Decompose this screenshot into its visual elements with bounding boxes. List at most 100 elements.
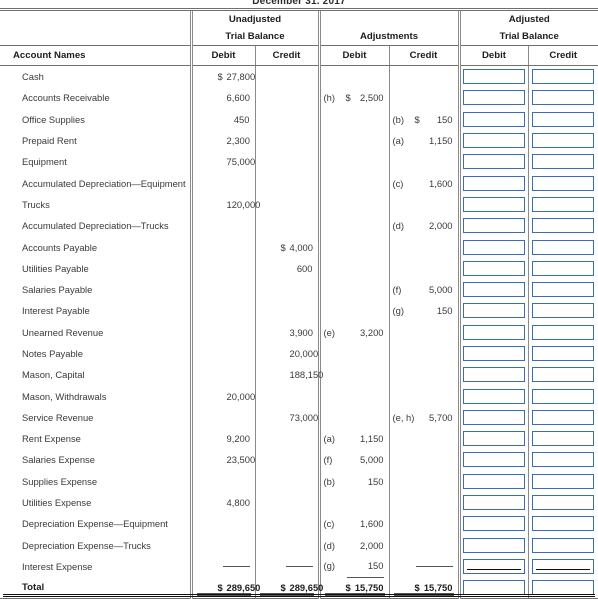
- atb-credit-cell[interactable]: [527, 193, 598, 216]
- atb-credit-input[interactable]: [532, 537, 595, 553]
- atb-debit-cell[interactable]: [457, 236, 528, 258]
- atb-credit-cell[interactable]: [527, 364, 598, 386]
- atb-credit-input[interactable]: [532, 196, 595, 212]
- atb-debit-cell[interactable]: [457, 129, 528, 152]
- atb-debit-cell[interactable]: [457, 321, 528, 343]
- atb-debit-cell[interactable]: [457, 534, 528, 556]
- atb-debit-cell[interactable]: [457, 491, 528, 514]
- atb-credit-cell[interactable]: [527, 428, 598, 450]
- atb-credit-input[interactable]: [532, 431, 595, 447]
- atb-debit-input[interactable]: [463, 452, 525, 468]
- atb-debit-input[interactable]: [463, 260, 525, 276]
- atb-credit-cell[interactable]: [527, 257, 598, 279]
- atb-credit-input[interactable]: [532, 282, 595, 298]
- atb-credit-cell[interactable]: [527, 555, 598, 578]
- atb-credit-input[interactable]: [532, 495, 595, 511]
- atb-debit-input[interactable]: [463, 239, 525, 255]
- atb-credit-cell[interactable]: [527, 300, 598, 322]
- atb-debit-cell[interactable]: [457, 65, 528, 88]
- atb-debit-cell[interactable]: [457, 278, 528, 301]
- atb-debit-input[interactable]: [463, 388, 525, 404]
- atb-credit-input[interactable]: [532, 69, 595, 85]
- atb-credit-input[interactable]: [532, 452, 595, 468]
- atb-credit-input[interactable]: [532, 409, 595, 425]
- atb-debit-input[interactable]: [463, 367, 525, 383]
- atb-credit-cell[interactable]: [527, 534, 598, 556]
- atb-debit-input[interactable]: [463, 218, 525, 234]
- total-atb-credit-cell[interactable]: [527, 577, 598, 599]
- atb-debit-input[interactable]: [463, 537, 525, 553]
- atb-debit-cell[interactable]: [457, 513, 528, 535]
- atb-debit-input[interactable]: [463, 431, 525, 447]
- atb-credit-input[interactable]: [532, 175, 595, 191]
- atb-debit-cell[interactable]: [457, 172, 528, 194]
- atb-debit-input[interactable]: [463, 111, 525, 127]
- atb-debit-input[interactable]: [463, 175, 525, 191]
- atb-debit-input[interactable]: [463, 69, 525, 85]
- atb-debit-cell[interactable]: [457, 406, 528, 429]
- atb-credit-input[interactable]: [532, 90, 595, 106]
- amount-cell: 450: [193, 109, 255, 130]
- atb-credit-cell[interactable]: [527, 385, 598, 407]
- atb-debit-cell[interactable]: [457, 87, 528, 109]
- atb-credit-cell[interactable]: [527, 491, 598, 514]
- atb-debit-cell[interactable]: [457, 428, 528, 450]
- atb-credit-cell[interactable]: [527, 342, 598, 365]
- atb-credit-cell[interactable]: [527, 449, 598, 471]
- atb-debit-input[interactable]: [463, 282, 525, 298]
- atb-credit-input[interactable]: [532, 133, 595, 149]
- atb-credit-cell[interactable]: [527, 151, 598, 173]
- atb-debit-cell[interactable]: [457, 555, 528, 578]
- atb-credit-cell[interactable]: [527, 65, 598, 88]
- atb-debit-input[interactable]: [463, 516, 525, 532]
- atb-credit-input[interactable]: [532, 218, 595, 234]
- atb-debit-cell[interactable]: [457, 193, 528, 216]
- atb-credit-input[interactable]: [532, 111, 595, 127]
- atb-credit-cell[interactable]: [527, 321, 598, 343]
- adj-credit-cell: [388, 151, 459, 173]
- atb-credit-input[interactable]: [532, 367, 595, 383]
- atb-credit-input[interactable]: [532, 303, 595, 319]
- atb-credit-input[interactable]: [532, 473, 595, 489]
- atb-debit-cell[interactable]: [457, 470, 528, 492]
- atb-credit-cell[interactable]: [527, 215, 598, 237]
- atb-debit-cell[interactable]: [457, 385, 528, 407]
- atb-debit-cell[interactable]: [457, 300, 528, 322]
- atb-debit-cell[interactable]: [457, 257, 528, 279]
- atb-credit-cell[interactable]: [527, 236, 598, 258]
- atb-credit-input[interactable]: [532, 346, 595, 361]
- atb-credit-cell[interactable]: [527, 470, 598, 492]
- atb-debit-input[interactable]: [463, 90, 525, 106]
- atb-credit-input[interactable]: [532, 324, 595, 340]
- atb-credit-cell[interactable]: [527, 278, 598, 301]
- atb-debit-input[interactable]: [463, 303, 525, 319]
- atb-credit-cell[interactable]: [527, 513, 598, 535]
- atb-debit-cell[interactable]: [457, 151, 528, 173]
- atb-credit-cell[interactable]: [527, 87, 598, 109]
- atb-total-credit-input[interactable]: [532, 580, 595, 596]
- atb-credit-input[interactable]: [532, 154, 595, 170]
- atb-debit-cell[interactable]: [457, 449, 528, 471]
- atb-credit-input[interactable]: [532, 388, 595, 404]
- atb-debit-input[interactable]: [463, 324, 525, 340]
- atb-debit-cell[interactable]: [457, 108, 528, 130]
- atb-credit-cell[interactable]: [527, 172, 598, 194]
- atb-debit-cell[interactable]: [457, 215, 528, 237]
- atb-debit-cell[interactable]: [457, 364, 528, 386]
- atb-debit-input[interactable]: [463, 473, 525, 489]
- atb-debit-input[interactable]: [463, 154, 525, 170]
- atb-credit-input[interactable]: [532, 558, 595, 574]
- atb-debit-cell[interactable]: [457, 342, 528, 365]
- atb-credit-input[interactable]: [532, 260, 595, 276]
- atb-debit-input[interactable]: [463, 196, 525, 212]
- atb-credit-cell[interactable]: [527, 129, 598, 152]
- atb-credit-input[interactable]: [532, 239, 595, 255]
- atb-debit-input[interactable]: [463, 495, 525, 511]
- atb-debit-input[interactable]: [463, 558, 525, 574]
- atb-credit-cell[interactable]: [527, 406, 598, 429]
- atb-credit-input[interactable]: [532, 516, 595, 532]
- atb-debit-input[interactable]: [463, 346, 525, 361]
- atb-debit-input[interactable]: [463, 133, 525, 149]
- atb-credit-cell[interactable]: [527, 108, 598, 130]
- atb-debit-input[interactable]: [463, 409, 525, 425]
